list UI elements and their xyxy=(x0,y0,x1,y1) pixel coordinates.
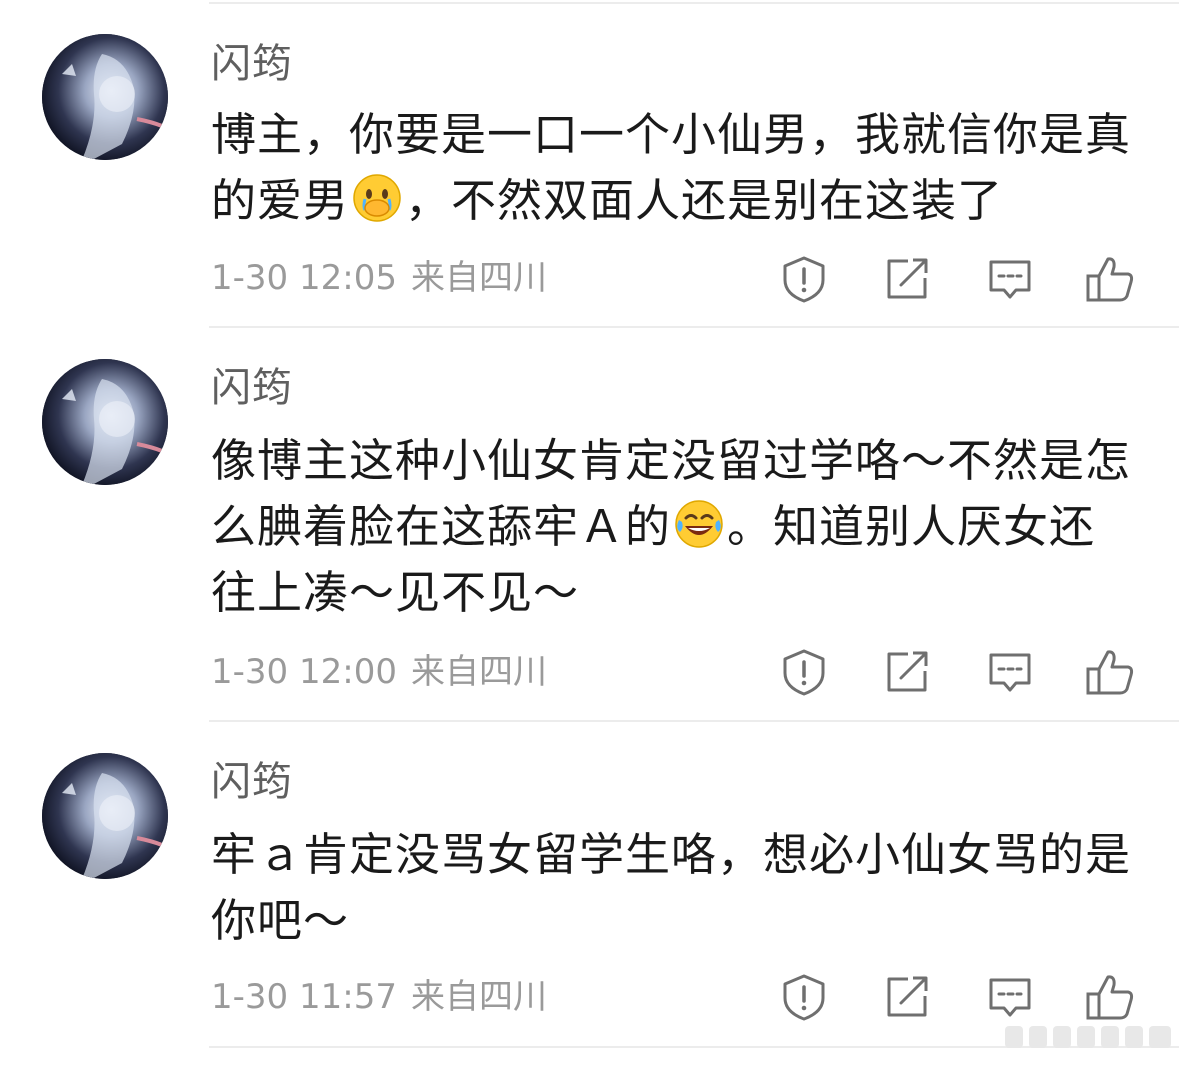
repost-icon[interactable] xyxy=(882,972,932,1022)
comment-text: 牢ａ肯定没骂女留学生咯，想必小仙女骂的是你吧～ xyxy=(211,822,1141,954)
face-holding-back-tears-icon xyxy=(351,172,403,224)
username[interactable]: 闪筠 xyxy=(211,362,293,414)
avatar[interactable] xyxy=(42,753,168,879)
repost-icon[interactable] xyxy=(882,647,932,697)
comment-actions xyxy=(0,254,1179,304)
comment-text-part: ，不然双面人还是别在这装了 xyxy=(405,174,1004,227)
thumbs-up-icon[interactable] xyxy=(1085,647,1135,697)
comment-icon[interactable] xyxy=(985,254,1035,304)
avatar[interactable] xyxy=(42,34,168,160)
comment-actions xyxy=(0,972,1179,1022)
report-icon[interactable] xyxy=(779,972,829,1022)
username[interactable]: 闪筠 xyxy=(211,38,293,90)
avatar[interactable] xyxy=(42,359,168,485)
watermark-logo xyxy=(1005,1022,1175,1052)
thumbs-up-icon[interactable] xyxy=(1085,972,1135,1022)
face-with-tears-of-joy-icon xyxy=(673,498,725,550)
thumbs-up-icon[interactable] xyxy=(1085,254,1135,304)
comment-text: 像博主这种小仙女肯定没留过学咯～不然是怎么腆着脸在这舔牢Ａ的 。知道别人厌女还往上… xyxy=(211,428,1141,626)
top-divider xyxy=(209,2,1179,4)
comment-icon[interactable] xyxy=(985,972,1035,1022)
username[interactable]: 闪筠 xyxy=(211,756,293,808)
report-icon[interactable] xyxy=(779,254,829,304)
divider xyxy=(209,720,1179,722)
comment-actions xyxy=(0,647,1179,697)
report-icon[interactable] xyxy=(779,647,829,697)
divider xyxy=(209,326,1179,328)
repost-icon[interactable] xyxy=(882,254,932,304)
comment-text-part: 牢ａ肯定没骂女留学生咯，想必小仙女骂的是你吧～ xyxy=(211,828,1132,947)
comment-text: 博主，你要是一口一个小仙男，我就信你是真的爱男 ，不然双面人还是别在这装了 xyxy=(211,102,1141,234)
comment-icon[interactable] xyxy=(985,647,1035,697)
